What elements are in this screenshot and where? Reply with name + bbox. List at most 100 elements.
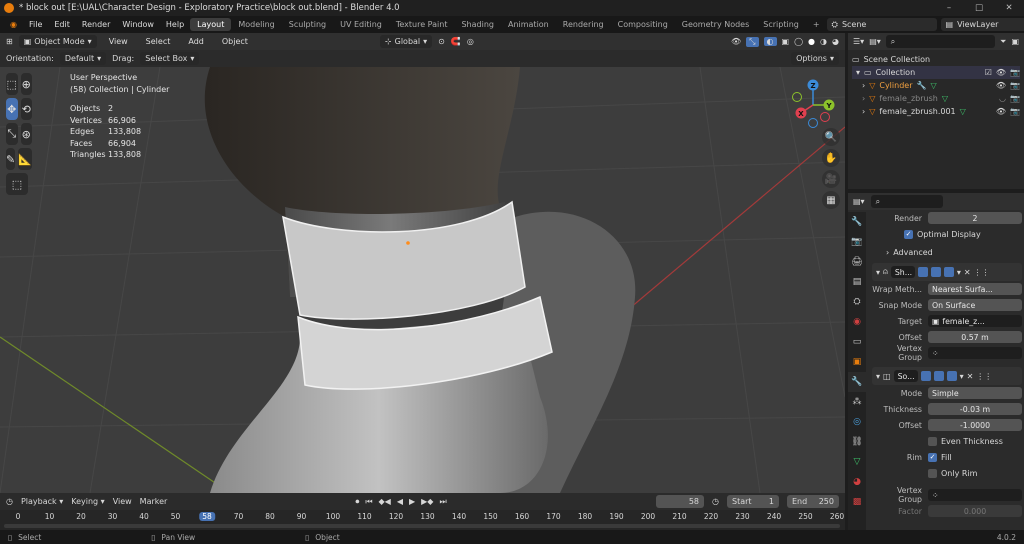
- wireframe-shading-icon[interactable]: ◯: [794, 37, 803, 46]
- blender-menu-icon[interactable]: ◉: [4, 20, 23, 29]
- mode-selector[interactable]: ▣ Object Mode ▾: [18, 35, 97, 48]
- preview-range-icon[interactable]: ◷: [712, 497, 719, 506]
- factor-field[interactable]: 0.000: [928, 505, 1022, 517]
- jump-end-icon[interactable]: ⏭: [439, 497, 446, 507]
- pan-hand-icon[interactable]: ✋: [822, 149, 840, 167]
- display-mode-icon[interactable]: ▤▾: [869, 37, 881, 46]
- tab-layout[interactable]: Layout: [190, 18, 232, 31]
- edit-mode-icon[interactable]: [920, 371, 931, 381]
- select-box-icon[interactable]: ⬚: [6, 73, 18, 95]
- snap-icon[interactable]: 🧲: [451, 37, 461, 46]
- tab-modeling[interactable]: Modeling: [231, 18, 281, 31]
- drag-handle-icon[interactable]: ⋮⋮: [974, 268, 990, 277]
- scene-tab-icon[interactable]: ⛭: [848, 292, 866, 312]
- visibility-icon[interactable]: 👁: [731, 37, 741, 46]
- start-frame-field[interactable]: Start 1: [727, 495, 779, 508]
- vertex-group-field[interactable]: ⁘: [928, 489, 1022, 501]
- outliner-editor-icon[interactable]: ☰▾: [853, 37, 864, 46]
- properties-search-input[interactable]: ⌕: [870, 195, 943, 208]
- menu-object[interactable]: Object: [216, 37, 254, 46]
- tab-rendering[interactable]: Rendering: [556, 18, 611, 31]
- optimal-display-row[interactable]: ✓ Optimal Display: [872, 226, 1022, 242]
- keying-menu[interactable]: Keying ▾: [71, 497, 104, 506]
- rotate-icon[interactable]: ⟲: [20, 98, 32, 120]
- offset-field[interactable]: 0.57 m: [928, 331, 1022, 343]
- render-levels-field[interactable]: 2: [928, 212, 1022, 224]
- transform-orientation[interactable]: ⊹ Global ▾: [379, 35, 433, 48]
- checkbox-icon[interactable]: [928, 468, 937, 478]
- drag-handle-icon[interactable]: ⋮⋮: [976, 372, 992, 381]
- next-keyframe-icon[interactable]: ▶◆: [421, 497, 433, 506]
- rendered-shading-icon[interactable]: ◕: [832, 37, 839, 46]
- outliner-row-scene-collection[interactable]: ▭ Scene Collection: [852, 53, 1020, 66]
- data-tab-icon[interactable]: ▽: [848, 452, 866, 472]
- eye-icon[interactable]: 👁: [996, 79, 1006, 92]
- gizmo-toggle-icon[interactable]: ⤡: [746, 36, 759, 47]
- tab-compositing[interactable]: Compositing: [611, 18, 675, 31]
- snap-mode-dropdown[interactable]: On Surface: [928, 299, 1022, 311]
- output-tab-icon[interactable]: 🖨: [848, 252, 866, 272]
- current-frame-field[interactable]: 58: [656, 495, 705, 508]
- tab-scripting[interactable]: Scripting: [756, 18, 806, 31]
- modifier-name-field[interactable]: So...: [893, 370, 918, 382]
- solidify-offset-field[interactable]: -1.0000: [928, 419, 1022, 431]
- edit-mode-icon[interactable]: [917, 267, 928, 277]
- chevron-down-icon[interactable]: ▾: [957, 268, 961, 277]
- viewport-display-icon[interactable]: [933, 371, 944, 381]
- jump-start-icon[interactable]: ⏮: [365, 497, 372, 507]
- drag-dropdown[interactable]: Select Box ▾: [140, 52, 200, 65]
- timeline-scrubber[interactable]: 0 10 20 30 40 50 58 70 80 90 100 110 120 130 140 150 160…: [0, 510, 845, 530]
- timeline-scrollbar[interactable]: [4, 524, 840, 528]
- target-field[interactable]: ▣ female_z...: [928, 315, 1022, 327]
- outliner-row-collection[interactable]: ▾ ▭ Collection ☑ 👁 📷: [852, 66, 1020, 79]
- outliner-row-female-zbrush-001[interactable]: › ▽ female_zbrush.001 ▽ 👁 📷: [852, 105, 1020, 118]
- advanced-panel[interactable]: › Advanced: [872, 244, 1022, 260]
- annotate-icon[interactable]: ✎: [6, 148, 16, 170]
- render-camera-icon[interactable]: 📷: [1010, 66, 1020, 79]
- collection-tab-icon[interactable]: ▭: [848, 332, 866, 352]
- eye-icon[interactable]: 👁: [996, 66, 1006, 79]
- orientation-dropdown[interactable]: Default ▾: [59, 52, 107, 65]
- solid-shading-icon[interactable]: ●: [808, 37, 815, 46]
- menu-help[interactable]: Help: [160, 20, 190, 29]
- eye-icon[interactable]: 👁: [996, 105, 1006, 118]
- timeline-view-menu[interactable]: View: [113, 497, 132, 506]
- mode-dropdown[interactable]: Simple: [928, 387, 1022, 399]
- wrap-method-dropdown[interactable]: Nearest Surfa...: [928, 283, 1022, 295]
- material-shading-icon[interactable]: ◑: [820, 37, 827, 46]
- marker-menu[interactable]: Marker: [140, 497, 168, 506]
- close-icon[interactable]: ✕: [964, 268, 971, 277]
- minimize-button[interactable]: –: [934, 3, 964, 13]
- navigation-gizmo[interactable]: Z Y X: [785, 77, 841, 131]
- render-camera-icon[interactable]: 📷: [1010, 92, 1020, 105]
- checkbox-icon[interactable]: ✓: [904, 229, 913, 239]
- texture-tab-icon[interactable]: ▩: [848, 492, 866, 512]
- constraints-tab-icon[interactable]: ⛓: [848, 432, 866, 452]
- vertex-group-field[interactable]: ⁘: [928, 347, 1022, 359]
- render-camera-icon[interactable]: 📷: [1010, 79, 1020, 92]
- new-collection-icon[interactable]: ▣: [1011, 37, 1019, 46]
- menu-edit[interactable]: Edit: [48, 20, 76, 29]
- eye-hidden-icon[interactable]: ◡: [999, 92, 1006, 105]
- object-tab-icon[interactable]: ▣: [848, 352, 866, 372]
- zoom-icon[interactable]: 🔍: [822, 128, 840, 146]
- close-icon[interactable]: ✕: [967, 372, 974, 381]
- modifier-tab-icon[interactable]: 🔧: [848, 372, 866, 392]
- maximize-button[interactable]: □: [964, 3, 994, 13]
- tab-shading[interactable]: Shading: [454, 18, 501, 31]
- render-display-icon[interactable]: [946, 371, 957, 381]
- add-cube-icon[interactable]: ⬚: [6, 173, 28, 195]
- outliner-search-input[interactable]: ⌕: [885, 35, 996, 48]
- scene-selector[interactable]: ⛭ Scene: [826, 18, 937, 31]
- tab-uv-editing[interactable]: UV Editing: [333, 18, 389, 31]
- modifier-name-field[interactable]: Sh...: [890, 266, 915, 278]
- tab-sculpting[interactable]: Sculpting: [282, 18, 333, 31]
- move-icon[interactable]: ✥: [6, 98, 18, 120]
- thickness-field[interactable]: -0.03 m: [928, 403, 1022, 415]
- scale-icon[interactable]: ⤡: [6, 123, 18, 145]
- perspective-grid-icon[interactable]: ▦: [822, 191, 840, 209]
- overlay-toggle-icon[interactable]: ◐: [763, 37, 777, 46]
- only-rim-row[interactable]: Only Rim: [872, 465, 1022, 481]
- material-tab-icon[interactable]: ◕: [848, 472, 866, 492]
- add-workspace-button[interactable]: +: [806, 18, 827, 31]
